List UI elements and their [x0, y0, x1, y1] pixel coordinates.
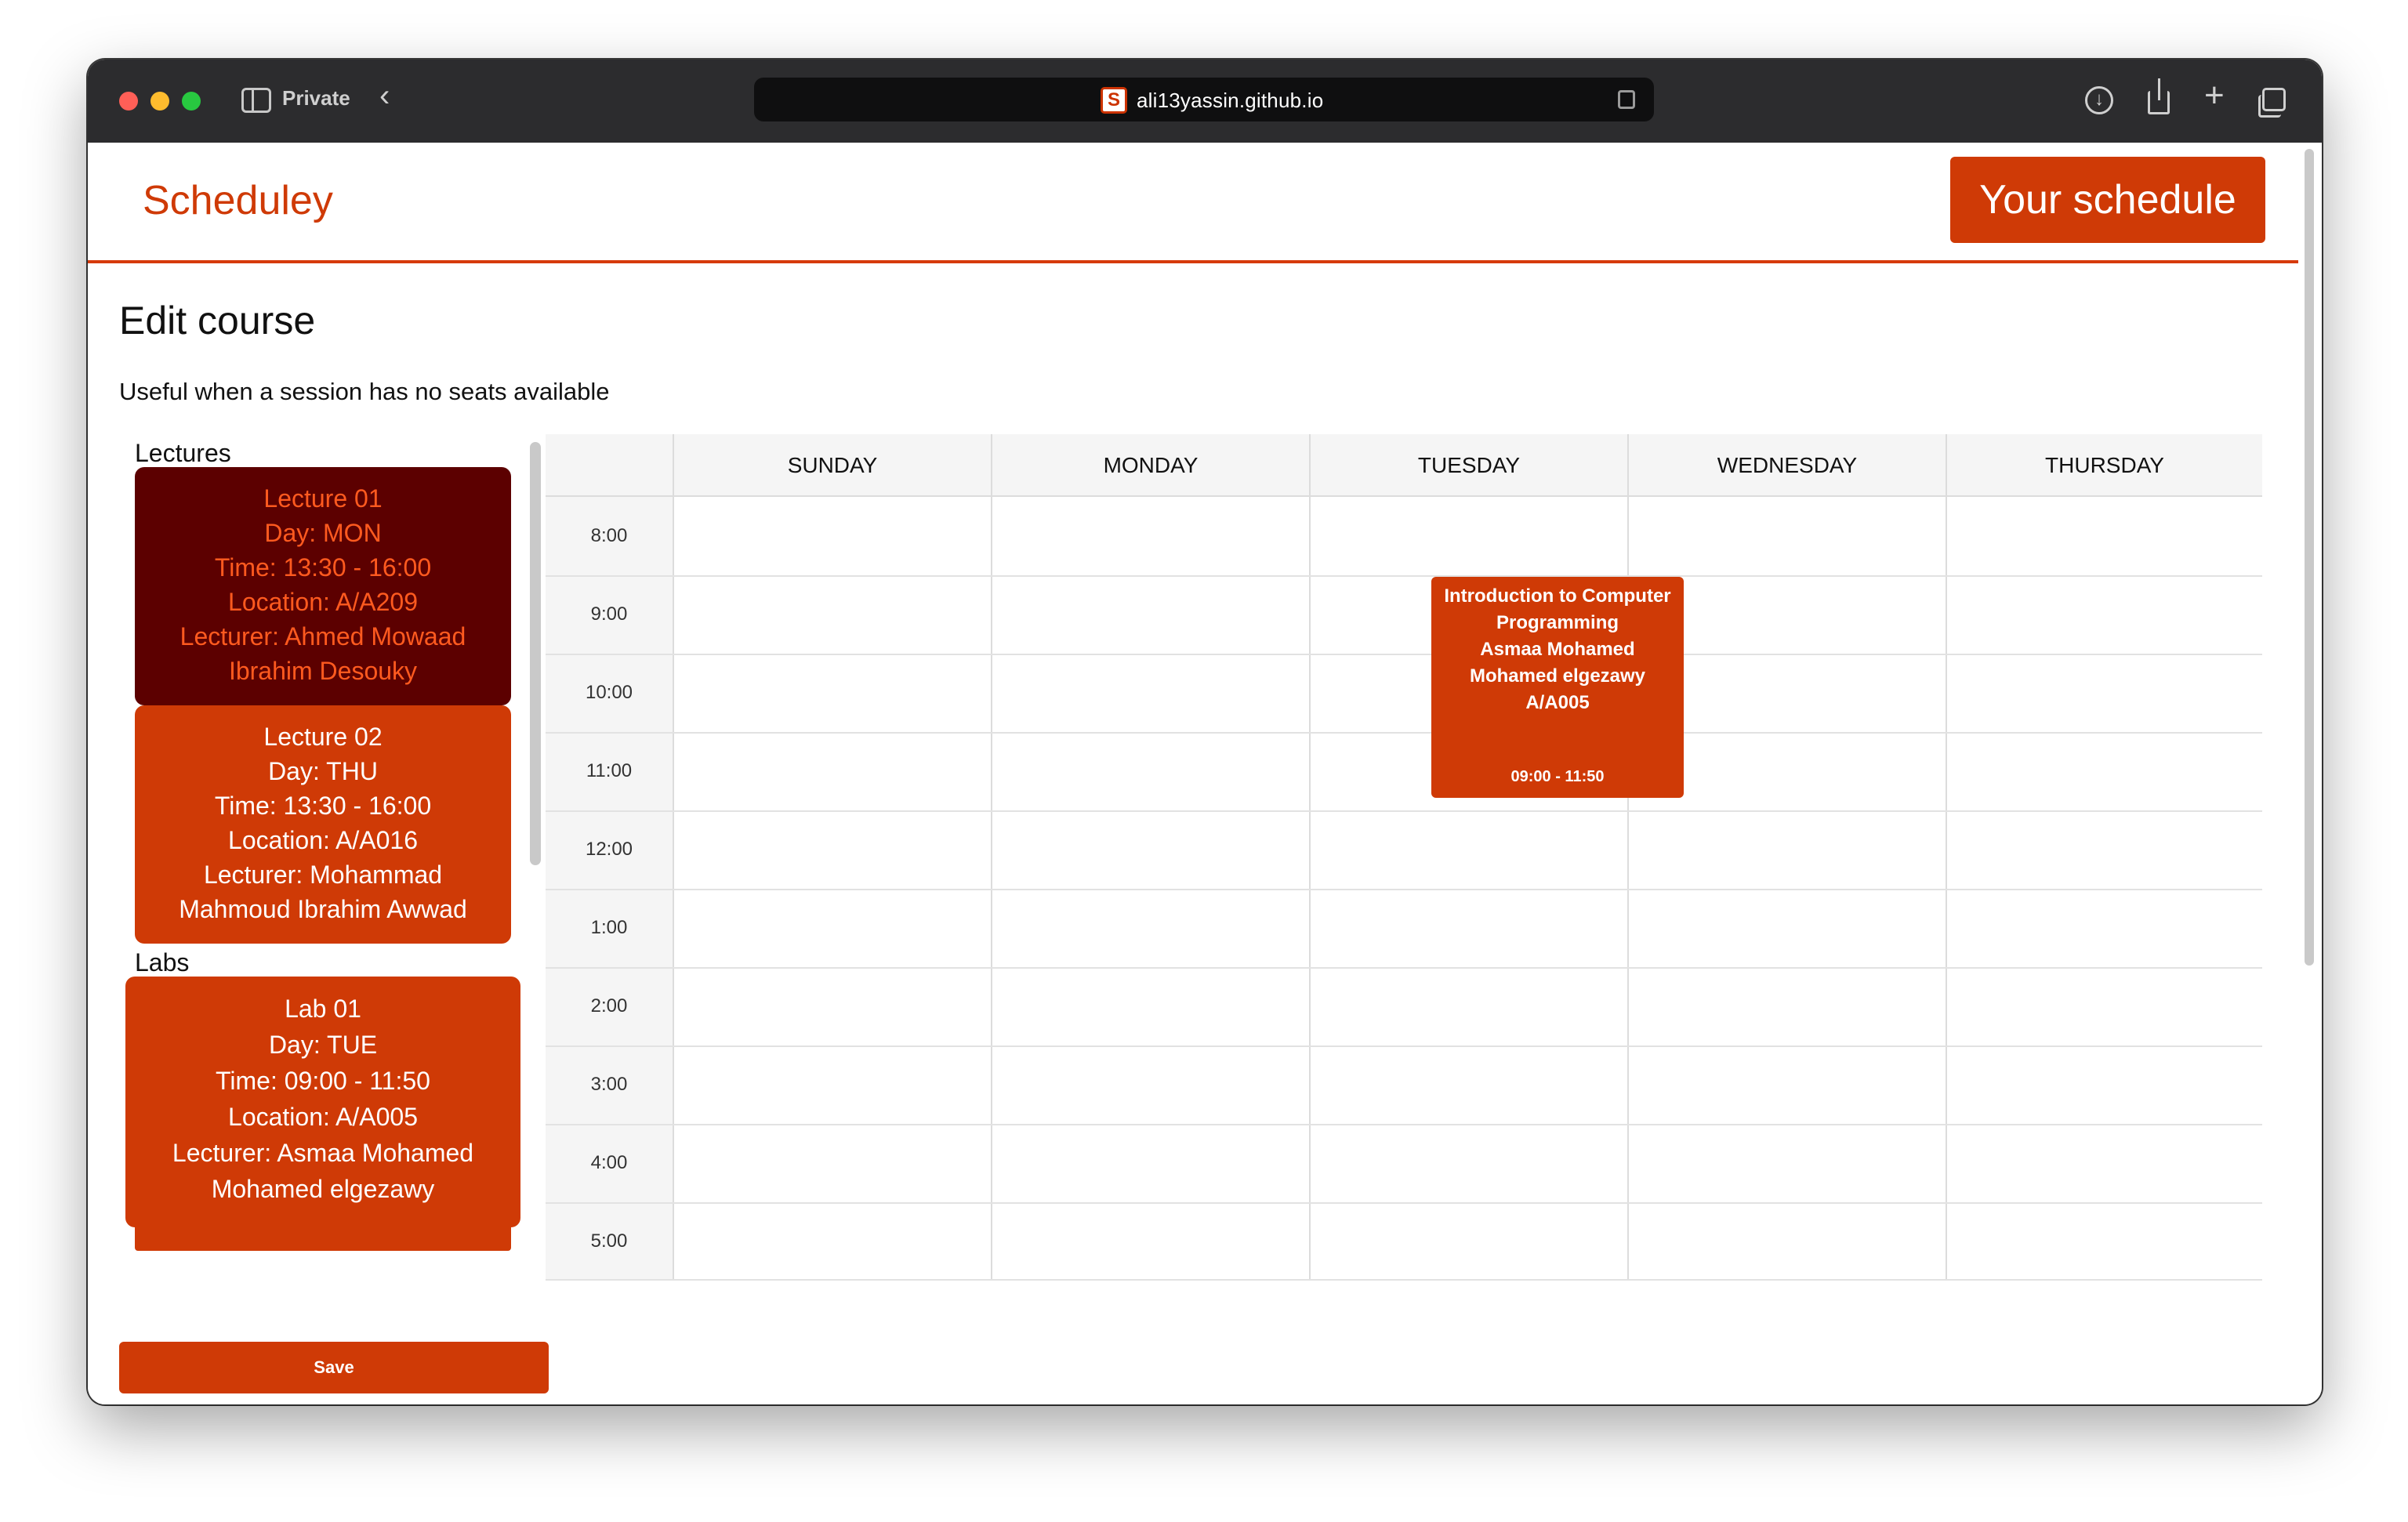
time-label: 8:00	[590, 525, 628, 546]
grid-line	[546, 575, 2262, 577]
url-text: ali13yassin.github.io	[1137, 89, 1324, 112]
back-button[interactable]: ‹	[379, 80, 390, 111]
close-window-button[interactable]	[119, 92, 138, 111]
session-card-lecture-01[interactable]: Lecture 01 Day: MON Time: 13:30 - 16:00 …	[135, 467, 511, 705]
grid-line	[546, 1124, 2262, 1125]
session-lecturer-cont: Ibrahim Desouky	[228, 657, 418, 685]
day-header-thursday: THURSDAY	[1946, 434, 2262, 497]
share-icon[interactable]	[2148, 78, 2170, 114]
page-scrollbar[interactable]	[2305, 149, 2314, 966]
session-time: Time: 09:00 - 11:50	[216, 1067, 430, 1095]
time-label: 2:00	[590, 995, 628, 1016]
session-list-scrollbar[interactable]	[530, 442, 541, 865]
time-label: 3:00	[590, 1074, 628, 1095]
session-name: Lab 01	[285, 995, 361, 1023]
event-lecturer-cont: Mohamed elgezawy	[1469, 665, 1646, 687]
grid-line	[546, 732, 2262, 734]
lectures-group-label: Lectures	[135, 439, 231, 467]
time-label: 4:00	[590, 1152, 628, 1173]
timetable-event-block[interactable]: Introduction to Computer Programming Asm…	[1431, 577, 1684, 798]
event-course-title: Introduction to Computer	[1444, 585, 1671, 607]
day-header-tuesday: TUESDAY	[1309, 434, 1627, 497]
app-header: Scheduley Your schedule	[88, 143, 2298, 263]
session-time: Time: 13:30 - 16:00	[214, 792, 432, 820]
time-label: 10:00	[585, 682, 633, 703]
session-day: Day: MON	[264, 519, 382, 547]
page-content: Scheduley Your schedule Edit course Usef…	[88, 143, 2322, 1404]
event-lecturer: Asmaa Mohamed	[1480, 639, 1635, 660]
brand-logo-text[interactable]: Scheduley	[143, 177, 333, 224]
next-session-card-partial[interactable]	[135, 1226, 511, 1251]
session-card-lab-01[interactable]: Lab 01 Day: TUE Time: 09:00 - 11:50 Loca…	[125, 977, 520, 1227]
day-header-sunday: SUNDAY	[673, 434, 991, 497]
session-lecturer: Lecturer: Ahmed Mowaad	[180, 622, 466, 650]
session-lecturer-cont: Mohamed elgezawy	[211, 1175, 435, 1203]
time-label: 12:00	[585, 839, 633, 860]
event-location: A/A005	[1525, 692, 1590, 713]
session-lecturer: Lecturer: Asmaa Mohamed	[172, 1139, 474, 1167]
sidebar-toggle-icon[interactable]	[241, 88, 271, 113]
new-tab-icon[interactable]: +	[2204, 78, 2225, 113]
day-header-wednesday: WEDNESDAY	[1627, 434, 1946, 497]
time-label: 1:00	[590, 917, 628, 938]
address-bar[interactable]: S ali13yassin.github.io	[754, 78, 1654, 121]
weekly-timetable: SUNDAY MONDAY TUESDAY WEDNESDAY THURSDAY	[546, 434, 2262, 1281]
grid-line	[546, 1279, 2262, 1281]
time-label: 11:00	[586, 760, 633, 781]
time-label: 9:00	[590, 603, 628, 625]
grid-line	[546, 967, 2262, 969]
time-label: 5:00	[590, 1230, 628, 1252]
private-mode-label: Private	[282, 86, 350, 110]
grid-line	[1627, 434, 1629, 1281]
session-location: Location: A/A016	[228, 826, 418, 854]
page-title: Edit course	[119, 299, 316, 342]
session-name: Lecture 01	[263, 484, 383, 513]
grid-line	[546, 1202, 2262, 1204]
grid-line	[1946, 434, 1947, 1281]
grid-line	[546, 654, 2262, 655]
labs-group-label: Labs	[135, 948, 190, 977]
session-day: Day: TUE	[268, 1031, 378, 1059]
grid-line	[991, 434, 992, 1281]
session-name: Lecture 02	[263, 723, 383, 751]
session-list-panel[interactable]: Lectures Lecture 01 Day: MON Time: 13:30…	[119, 434, 558, 1251]
event-course-title-cont: Programming	[1496, 612, 1619, 633]
session-card-lecture-02[interactable]: Lecture 02 Day: THU Time: 13:30 - 16:00 …	[135, 705, 511, 944]
session-location: Location: A/A005	[228, 1103, 418, 1131]
session-lecturer: Lecturer: Mohammad	[203, 861, 443, 889]
minimize-window-button[interactable]	[150, 92, 169, 111]
your-schedule-button[interactable]: Your schedule	[1950, 157, 2265, 243]
reader-mode-icon[interactable]	[1618, 90, 1635, 109]
session-location: Location: A/A209	[228, 588, 418, 616]
session-day: Day: THU	[268, 757, 378, 785]
grid-line	[673, 434, 674, 1281]
save-button[interactable]: Save	[119, 1342, 549, 1393]
browser-window: Private ‹ S ali13yassin.github.io ↓ + Sc…	[88, 60, 2322, 1404]
grid-line	[546, 810, 2262, 812]
event-time: 09:00 - 11:50	[1510, 768, 1605, 785]
grid-line	[546, 1045, 2262, 1047]
grid-line	[1309, 434, 1311, 1281]
grid-line	[546, 889, 2262, 890]
tab-overview-icon[interactable]	[2258, 88, 2286, 118]
day-header-monday: MONDAY	[991, 434, 1309, 497]
download-icon[interactable]: ↓	[2085, 86, 2113, 114]
page-subtitle: Useful when a session has no seats avail…	[119, 378, 610, 405]
browser-titlebar: Private ‹ S ali13yassin.github.io ↓ +	[88, 60, 2322, 143]
session-lecturer-cont: Mahmoud Ibrahim Awwad	[179, 895, 467, 923]
session-time: Time: 13:30 - 16:00	[214, 553, 432, 582]
zoom-window-button[interactable]	[182, 92, 201, 111]
site-favicon-icon: S	[1101, 87, 1127, 114]
